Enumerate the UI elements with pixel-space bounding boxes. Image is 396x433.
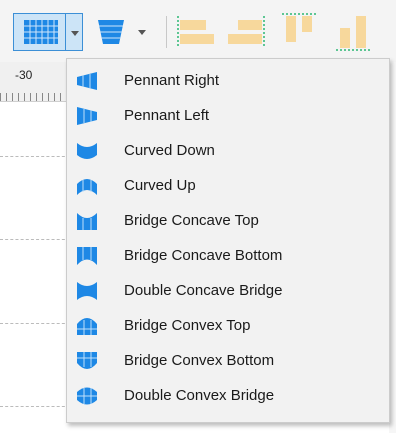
curved-up-icon (77, 179, 97, 195)
ruler-ticks (0, 93, 70, 101)
align-top-icon[interactable] (280, 12, 320, 52)
menu-item-label: Double Convex Bridge (124, 387, 275, 404)
menu-item-label: Double Concave Bridge (124, 282, 283, 299)
menu-item-pennant-right[interactable]: Pennant Right (68, 64, 388, 98)
bridge-concave-top-icon (77, 213, 97, 230)
align-bottom-icon[interactable] (334, 12, 374, 52)
menu-item-double-concave-bridge[interactable]: Double Concave Bridge (68, 274, 388, 308)
menu-item-label: Bridge Concave Bottom (124, 247, 283, 264)
button-split-divider (65, 14, 66, 50)
align-left-icon[interactable] (176, 14, 216, 50)
chevron-down-icon (138, 30, 146, 35)
double-concave-bridge-icon (77, 282, 97, 300)
chevron-down-icon (71, 31, 79, 36)
shape-dropdown-menu: Pennant Right Pennant Left Curved Down C… (66, 58, 390, 423)
menu-item-double-convex-bridge[interactable]: Double Convex Bridge (68, 379, 388, 413)
pennant-shape-icon (98, 20, 124, 44)
menu-item-label: Pennant Left (124, 107, 210, 124)
menu-item-label: Pennant Right (124, 72, 220, 89)
grid-shape-icon (24, 20, 58, 44)
menu-item-curved-up[interactable]: Curved Up (68, 169, 388, 203)
grid-line (0, 156, 70, 157)
menu-item-bridge-concave-top[interactable]: Bridge Concave Top (68, 204, 388, 238)
toolbar-separator (166, 16, 167, 48)
grid-line (0, 239, 70, 240)
menu-item-bridge-convex-top[interactable]: Bridge Convex Top (68, 309, 388, 343)
menu-item-bridge-convex-bottom[interactable]: Bridge Convex Bottom (68, 344, 388, 378)
scrollbar-track[interactable] (389, 62, 396, 433)
ruler-label: -30 (15, 68, 33, 82)
pennant-shape-button[interactable] (94, 14, 156, 50)
menu-item-bridge-concave-bottom[interactable]: Bridge Concave Bottom (68, 239, 388, 273)
bridge-concave-bottom-icon (77, 247, 97, 265)
menu-item-label: Curved Down (124, 142, 215, 159)
menu-item-label: Bridge Convex Top (124, 317, 251, 334)
menu-item-label: Bridge Concave Top (124, 212, 259, 229)
bridge-convex-top-icon (77, 318, 97, 335)
double-convex-bridge-icon (77, 387, 97, 405)
menu-item-curved-down[interactable]: Curved Down (68, 134, 388, 168)
pennant-left-icon (77, 107, 97, 125)
menu-item-label: Curved Up (124, 177, 196, 194)
bridge-convex-bottom-icon (77, 352, 97, 369)
menu-item-pennant-left[interactable]: Pennant Left (68, 99, 388, 133)
grid-line (0, 406, 70, 407)
shape-dropdown-button[interactable] (13, 13, 83, 51)
toolbar (0, 0, 396, 62)
grid-line (0, 323, 70, 324)
curved-down-icon (77, 143, 97, 159)
menu-item-label: Bridge Convex Bottom (124, 352, 275, 369)
pennant-right-icon (77, 72, 97, 90)
align-right-icon[interactable] (226, 14, 266, 50)
